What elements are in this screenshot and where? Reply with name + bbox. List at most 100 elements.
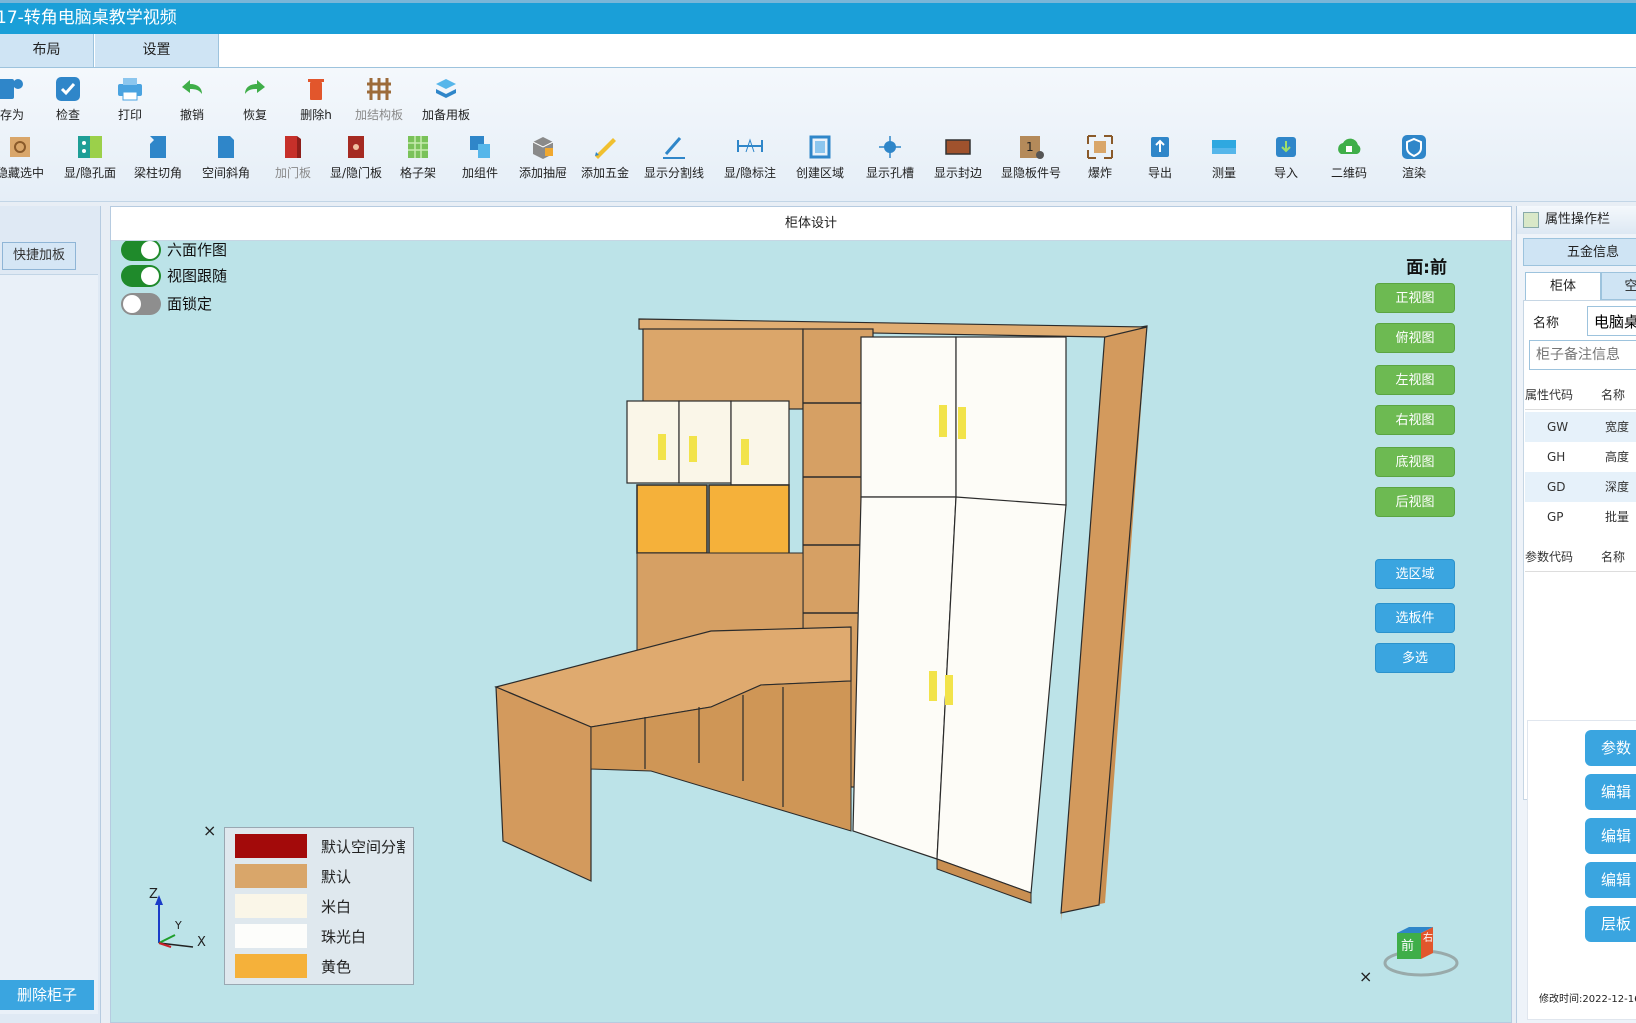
toggle-panel-number-button[interactable]: 1 显隐板件号 bbox=[998, 134, 1064, 181]
view-cube[interactable] bbox=[1383, 919, 1463, 979]
measure-button[interactable]: 测量 bbox=[1206, 134, 1242, 181]
qrcode-button[interactable]: 二维码 bbox=[1328, 134, 1370, 181]
legend-close-icon[interactable]: × bbox=[203, 821, 216, 840]
menu-tab-settings[interactable]: 设置 bbox=[95, 34, 219, 67]
export-button[interactable]: 导出 bbox=[1142, 134, 1178, 181]
space-bevel-icon bbox=[218, 136, 234, 158]
explode-button[interactable]: 爆炸 bbox=[1082, 134, 1118, 181]
axis-y-label: Y bbox=[175, 919, 182, 932]
hardware-info-tab[interactable]: 五金信息 bbox=[1523, 238, 1636, 266]
space-bevel-button[interactable]: 空间斜角 bbox=[200, 134, 252, 181]
axis-z-label: Z bbox=[149, 887, 158, 902]
window-title: 17-转角电脑桌教学视频 bbox=[0, 8, 177, 28]
check-button[interactable]: 检查 bbox=[52, 76, 84, 123]
grid-shelf-button[interactable]: 格子架 bbox=[396, 134, 440, 181]
tool-label: 加门板 bbox=[274, 166, 311, 180]
edit-button-2[interactable]: 编辑 bbox=[1585, 818, 1636, 854]
attr-code: GP bbox=[1547, 510, 1564, 524]
param-name-header: 名称 bbox=[1601, 550, 1626, 564]
view-cube-front-label: 前 bbox=[1401, 939, 1415, 954]
show-divider-line-button[interactable]: 显示分割线 bbox=[642, 134, 706, 181]
add-door-panel-button[interactable]: 加门板 bbox=[272, 134, 314, 181]
show-hole-slot-button[interactable]: 显示孔槽 bbox=[864, 134, 916, 181]
print-button[interactable]: 打印 bbox=[114, 76, 146, 123]
params-button[interactable]: 参数 bbox=[1585, 730, 1636, 766]
render-button[interactable]: 渲染 bbox=[1398, 134, 1430, 181]
panel-number-icon: 1 bbox=[1020, 136, 1044, 159]
import-button[interactable]: 导入 bbox=[1268, 134, 1304, 181]
add-hardware-button[interactable]: 添加五金 bbox=[580, 134, 630, 181]
redo-button[interactable]: 恢复 bbox=[239, 76, 271, 123]
create-area-button[interactable]: 创建区域 bbox=[794, 134, 846, 181]
legend-label: 珠光白 bbox=[321, 928, 367, 946]
toolbar: 存为 检查 打印 撤销 恢复 删除h 加结构板 加备用板 隐藏选中 显/隐孔面 … bbox=[0, 68, 1636, 202]
delete-button[interactable]: 删除h bbox=[298, 76, 334, 123]
edit-button-1[interactable]: 编辑 bbox=[1585, 774, 1636, 810]
edit-button-3[interactable]: 编辑 bbox=[1585, 862, 1636, 898]
create-area-icon bbox=[809, 135, 831, 159]
delete-cabinet-button[interactable]: 删除柜子 bbox=[0, 980, 94, 1010]
tool-label: 显/隐孔面 bbox=[63, 166, 117, 180]
view-cube-right-label: 右 bbox=[1423, 933, 1433, 944]
shelf-button[interactable]: 层板 bbox=[1585, 906, 1636, 942]
tool-label: 检查 bbox=[55, 108, 80, 122]
beam-cut-button[interactable]: 梁柱切角 bbox=[132, 134, 184, 181]
save-as-button[interactable]: 存为 bbox=[0, 76, 28, 123]
delete-icon bbox=[308, 79, 324, 100]
table-row[interactable]: GW 宽度 bbox=[1525, 412, 1636, 442]
tool-label: 加备用板 bbox=[421, 108, 470, 122]
door-panel-icon bbox=[285, 136, 301, 158]
toggle-door-panel-button[interactable]: 显/隐门板 bbox=[326, 134, 386, 181]
menu-tab-layout[interactable]: 布局 bbox=[0, 34, 94, 67]
param-code-header: 参数代码 bbox=[1525, 550, 1574, 564]
explode-icon bbox=[1087, 135, 1113, 159]
add-component-button[interactable]: 加组件 bbox=[458, 134, 502, 181]
hide-selected-button[interactable]: 隐藏选中 bbox=[0, 134, 46, 181]
undo-icon bbox=[182, 80, 202, 94]
table-row[interactable]: GH 高度 bbox=[1525, 442, 1636, 472]
table-row[interactable]: GD 深度 bbox=[1525, 472, 1636, 502]
attr-name: 高度 bbox=[1605, 450, 1630, 464]
show-edge-band-button[interactable]: 显示封边 bbox=[932, 134, 984, 181]
tab-cabinet[interactable]: 柜体 bbox=[1525, 272, 1601, 300]
toggle-hole-face-button[interactable]: 显/隐孔面 bbox=[62, 134, 118, 181]
save-as-icon bbox=[0, 79, 23, 99]
titlebar-top-strip bbox=[0, 0, 1636, 3]
tool-label: 梁柱切角 bbox=[133, 166, 182, 180]
measure-icon bbox=[1212, 140, 1236, 154]
svg-text:1: 1 bbox=[1026, 140, 1034, 154]
modified-time: 修改时间:2022-12-16 bbox=[1539, 994, 1636, 1005]
add-drawer-button[interactable]: 添加抽屉 bbox=[518, 134, 568, 181]
tool-label: 创建区域 bbox=[795, 166, 844, 180]
undo-button[interactable]: 撤销 bbox=[176, 76, 208, 123]
tool-label: 爆炸 bbox=[1087, 166, 1112, 180]
attr-code: GW bbox=[1547, 420, 1569, 434]
import-icon bbox=[1276, 137, 1296, 157]
quick-add-board-tab[interactable]: 快捷加板 bbox=[2, 242, 76, 270]
toggle-dimension-button[interactable]: 显/隐标注 bbox=[722, 134, 778, 181]
hole-slot-icon bbox=[879, 136, 901, 158]
3d-viewport[interactable]: 六面作图 视图跟随 面锁定 面:前 正视图 俯视图 左视图 右视图 底视图 后视… bbox=[111, 241, 1511, 1022]
tool-label: 测量 bbox=[1211, 166, 1236, 180]
legend-swatch bbox=[235, 864, 307, 888]
add-spare-board-button[interactable]: 加备用板 bbox=[420, 76, 472, 123]
toggle-door-icon bbox=[348, 136, 364, 158]
legend-label: 默认空间分割 bbox=[321, 838, 405, 856]
cabinet-name-input[interactable] bbox=[1587, 306, 1636, 336]
tab-space[interactable]: 空 bbox=[1601, 272, 1636, 300]
legend-swatch bbox=[235, 834, 307, 858]
cabinet-design-panel: 柜体设计 六面作图 视图跟随 面锁定 面:前 正视图 俯视图 左视图 右视图 底… bbox=[110, 206, 1512, 1023]
axis-x-label: X bbox=[197, 935, 206, 950]
tool-label: 打印 bbox=[117, 108, 142, 122]
viewport-close-icon[interactable]: × bbox=[1359, 967, 1372, 986]
tool-label: 显隐板件号 bbox=[1000, 166, 1061, 180]
table-row[interactable]: GP 批量 bbox=[1525, 502, 1636, 532]
add-structure-board-button[interactable]: 加结构板 bbox=[353, 76, 405, 123]
cabinet-remark-input[interactable] bbox=[1529, 340, 1636, 370]
legend-label: 黄色 bbox=[321, 958, 352, 976]
menu-bar: 布局 设置 bbox=[0, 34, 1636, 68]
attr-name: 宽度 bbox=[1605, 420, 1630, 434]
tool-label: 空间斜角 bbox=[201, 166, 250, 180]
window-titlebar: 17-转角电脑桌教学视频 bbox=[0, 0, 1636, 34]
add-hardware-icon bbox=[595, 138, 616, 159]
